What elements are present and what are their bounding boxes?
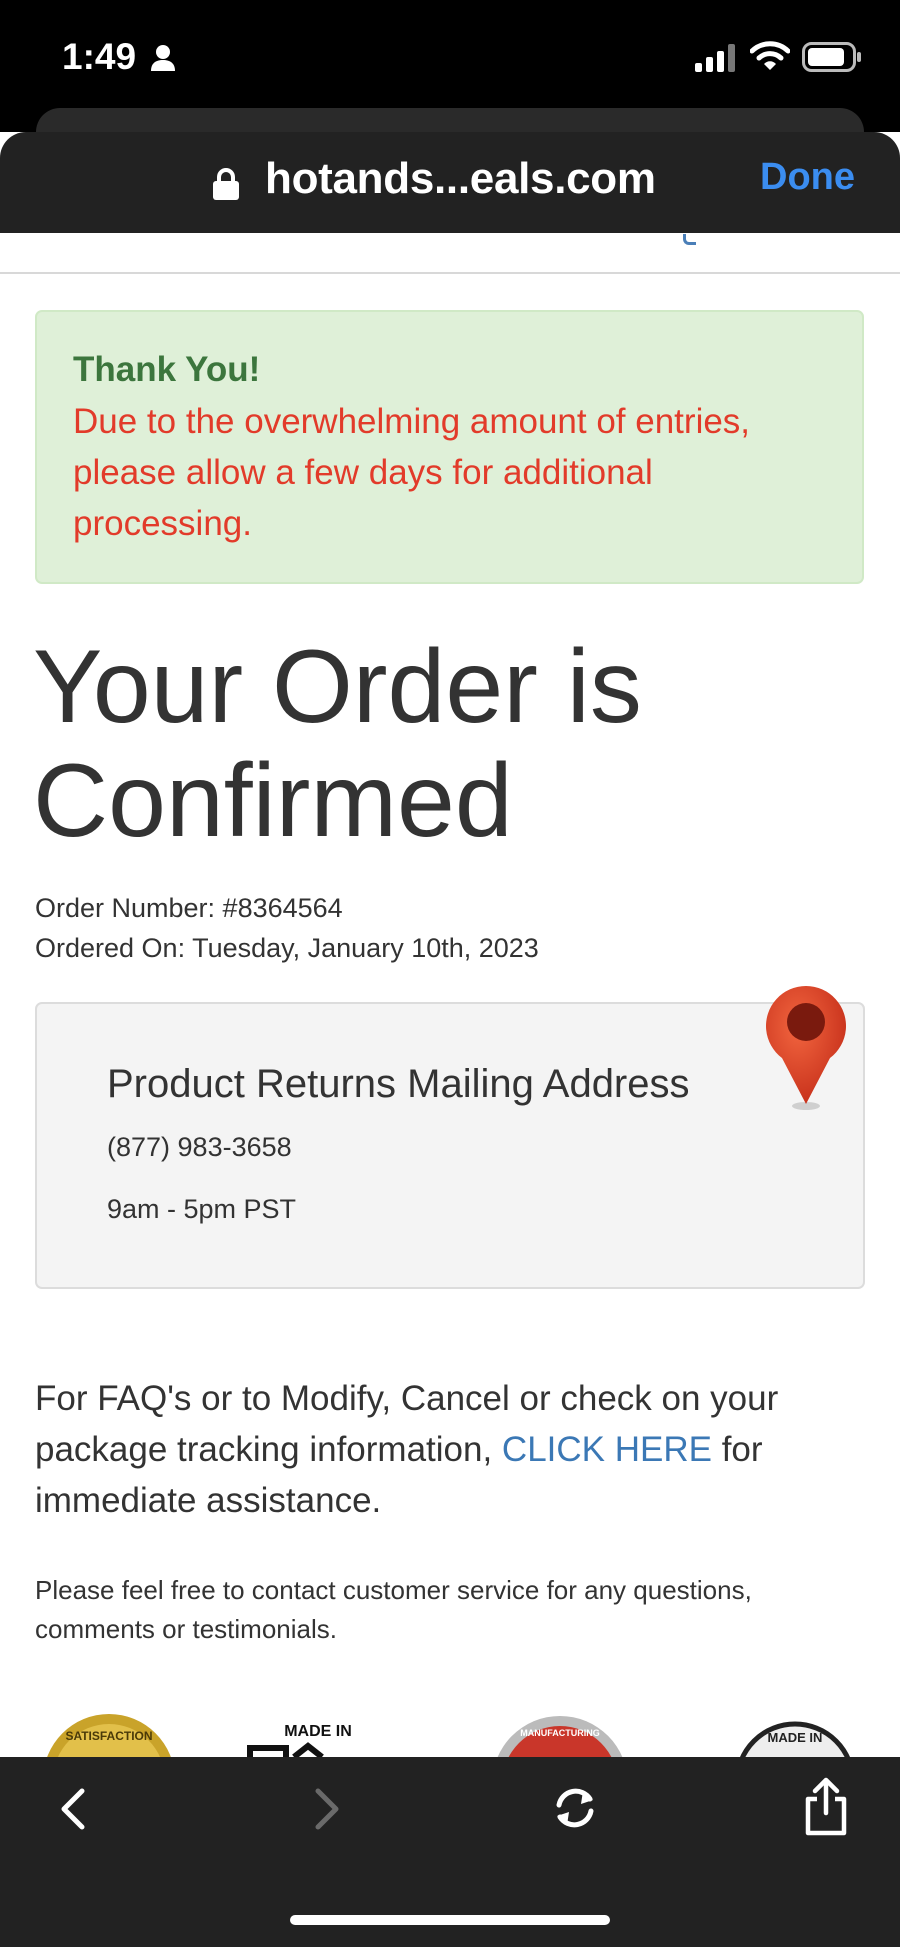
- cutoff-link-fragment: [683, 234, 696, 245]
- made-in-usa-seal-badge: MADE IN: [737, 1721, 853, 1762]
- alert-message: Due to the overwhelming amount of entrie…: [73, 402, 751, 543]
- ordered-on: Ordered On: Tuesday, January 10th, 2023: [35, 933, 539, 963]
- lock-icon: [213, 168, 239, 200]
- divider: [0, 272, 900, 274]
- click-here-link[interactable]: CLICK HERE: [502, 1430, 712, 1469]
- made-in-usa-badge-text: MADE IN: [768, 1730, 823, 1745]
- reload-icon[interactable]: [550, 1783, 600, 1833]
- cellular-signal-icon: [695, 44, 735, 72]
- manufacturing-badge-text: MANUFACTURING: [520, 1728, 600, 1738]
- back-chevron-icon[interactable]: [58, 1787, 88, 1831]
- returns-address-box: Product Returns Mailing Address (877) 98…: [35, 1002, 865, 1289]
- wifi-icon: [750, 41, 790, 70]
- battery-icon: [802, 42, 861, 72]
- made-in-usa-badge: MADE IN: [247, 1723, 352, 1760]
- order-number: Order Number: #8364564: [35, 893, 343, 923]
- satisfaction-badge: SATISFACTION: [45, 1714, 173, 1762]
- url-text[interactable]: hotands...eals.com: [265, 154, 656, 204]
- share-icon[interactable]: [800, 1777, 852, 1837]
- returns-heading: Product Returns Mailing Address: [107, 1062, 690, 1106]
- done-button[interactable]: Done: [760, 156, 855, 199]
- person-icon: [151, 45, 175, 71]
- manufacturing-badge: MANUFACTURING: [495, 1716, 625, 1762]
- contact-paragraph: Please feel free to contact customer ser…: [35, 1575, 752, 1644]
- returns-phone: (877) 983-3658: [107, 1132, 292, 1162]
- thank-you-alert: Thank You! Due to the overwhelming amoun…: [35, 310, 864, 584]
- home-indicator[interactable]: [290, 1915, 610, 1925]
- order-meta: Order Number: #8364564 Ordered On: Tuesd…: [35, 888, 539, 968]
- browser-header: hotands...eals.com Done: [0, 132, 900, 233]
- returns-hours: 9am - 5pm PST: [107, 1194, 297, 1224]
- status-time: 1:49: [62, 36, 137, 77]
- satisfaction-badge-text: SATISFACTION: [65, 1729, 152, 1743]
- faq-paragraph: For FAQ's or to Modify, Cancel or check …: [35, 1373, 865, 1526]
- page-title: Your Order is Confirmed: [33, 629, 642, 859]
- forward-chevron-icon: [315, 1788, 339, 1830]
- made-in-badge-text: MADE IN: [284, 1723, 352, 1740]
- alert-title: Thank You!: [73, 350, 261, 389]
- map-pin-icon: [766, 986, 846, 1110]
